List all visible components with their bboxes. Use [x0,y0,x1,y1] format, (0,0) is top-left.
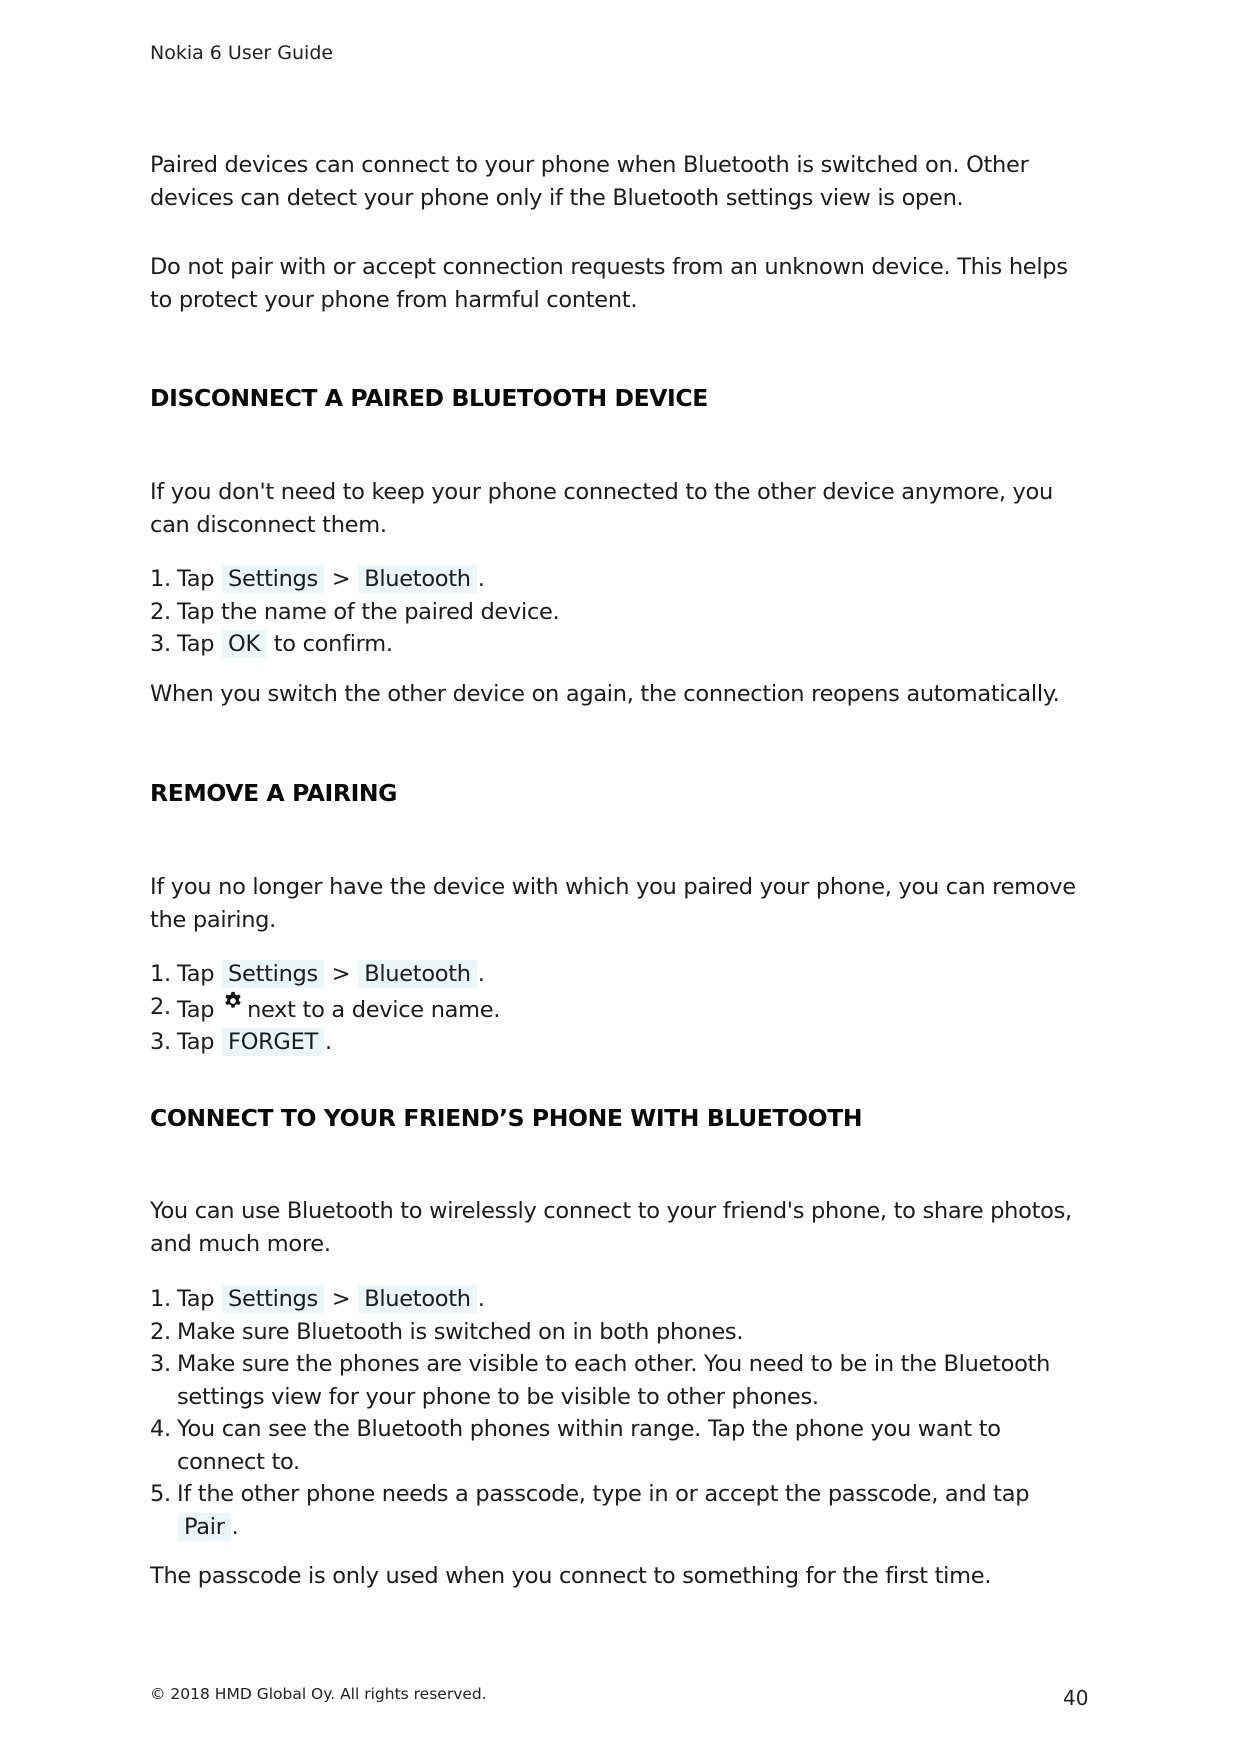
step-text: Tap the name of the paired device. [177,598,560,625]
step-text: . [324,1029,332,1055]
step-separator: > [324,961,358,987]
intro-text-2: Do not pair with or accept connection re… [150,254,1068,313]
bluetooth-ui-label: Bluetooth [358,565,477,593]
step-number: 1. [150,1286,171,1312]
forget-ui-label: FORGET [222,1028,324,1056]
section-intro-disconnect: If you don't need to keep your phone con… [150,476,1090,542]
bluetooth-ui-label: Bluetooth [358,960,477,988]
intro-paragraph-1: Paired devices can connect to your phone… [150,149,1090,215]
section-heading: REMOVE A PAIRING [150,779,398,807]
intro-text-1: Paired devices can connect to your phone… [150,152,1029,211]
step-text: Tap [177,1029,222,1055]
footer-copyright: © 2018 HMD Global Oy. All rights reserve… [150,1685,487,1703]
page-header-title: Nokia 6 User Guide [150,42,334,64]
steps-list-disconnect: 1. Tap Settings > Bluetooth. 2. Tap the na… [150,563,1090,661]
section-intro-text: If you don't need to keep your phone con… [150,479,1053,538]
pair-ui-label: Pair [178,1512,231,1541]
list-item: 1. Tap Settings > Bluetooth. [150,958,1090,991]
step-text: Tap [177,566,222,592]
step-text: Tap [177,996,215,1023]
section-heading: DISCONNECT A PAIRED BLUETOOTH DEVICE [150,384,708,412]
section-heading-disconnect: DISCONNECT A PAIRED BLUETOOTH DEVICE [150,384,1090,412]
list-item: 1. Tap Settings > Bluetooth. [150,563,1090,596]
step-text: Make sure the phones are visible to each… [177,1351,1051,1410]
settings-ui-label: Settings [222,960,324,988]
section-heading: CONNECT TO YOUR FRIEND’S PHONE WITH BLUE… [150,1104,863,1132]
step-text: . [477,1286,485,1312]
step-text: You can see the Bluetooth phones within … [177,1416,1001,1475]
step-number: 3. [150,1029,171,1055]
step-text: . [477,961,485,987]
page-number: 40 [1063,1686,1089,1710]
steps-list-remove-pairing: 1. Tap Settings > Bluetooth. 2. Tap next t… [150,958,1090,1059]
section-heading-connect-friend: CONNECT TO YOUR FRIEND’S PHONE WITH BLUE… [150,1104,1090,1132]
section-intro-connect-friend: You can use Bluetooth to wirelessly conn… [150,1195,1090,1261]
step-number: 1. [150,566,171,592]
step-number: 2. [150,1318,171,1345]
step-number: 1. [150,961,171,987]
step-number: 3. [150,1351,171,1377]
gear-icon [225,991,241,1008]
step-text: . [477,566,485,592]
step-number: 5. [150,1481,171,1507]
step-number: 3. [150,631,171,657]
section-intro-remove-pairing: If you no longer have the device with wh… [150,871,1090,937]
step-number: 2. [150,598,171,625]
step-text: . [231,1513,239,1540]
bluetooth-ui-label: Bluetooth [358,1285,477,1313]
list-item: 3. Make sure the phones are visible to ea… [150,1348,1090,1413]
ok-ui-label: OK [222,630,266,658]
step-text: Make sure Bluetooth is switched on in bo… [177,1318,744,1345]
section-intro-text: You can use Bluetooth to wirelessly conn… [150,1198,1072,1257]
section-outro-connect-friend: The passcode is only used when you conne… [150,1560,1090,1593]
step-text: next to a device name. [247,996,501,1023]
settings-ui-label: Settings [222,1285,324,1313]
section-outro-text: When you switch the other device on agai… [150,681,1060,707]
list-item: 4. You can see the Bluetooth phones withi… [150,1413,1090,1478]
section-outro-text: The passcode is only used when you conne… [150,1563,992,1589]
list-item: 2. Make sure Bluetooth is switched on in … [150,1316,1090,1349]
section-heading-remove-pairing: REMOVE A PAIRING [150,779,1090,807]
step-text: If the other phone needs a passcode, typ… [177,1481,1030,1507]
step-number: 4. [150,1416,171,1442]
list-item: 3. Tap FORGET. [150,1026,1090,1059]
list-item: 5. If the other phone needs a passcode, t… [150,1478,1090,1543]
step-text: Tap [177,961,222,987]
list-item: 2. Tap next to a device name. [150,991,1090,1027]
step-text: Tap [177,1286,222,1312]
steps-list-connect-friend: 1. Tap Settings > Bluetooth. 2. Make sure … [150,1283,1090,1543]
settings-ui-label: Settings [222,565,324,593]
step-separator: > [324,1286,358,1312]
list-item: 1. Tap Settings > Bluetooth. [150,1283,1090,1316]
section-outro-disconnect: When you switch the other device on agai… [150,678,1090,711]
step-separator: > [324,566,358,592]
intro-paragraph-2: Do not pair with or accept connection re… [150,251,1090,317]
list-item: 3. Tap OK to confirm. [150,628,1090,661]
step-text: Tap [177,631,222,657]
section-intro-text: If you no longer have the device with wh… [150,874,1076,933]
step-text: to confirm. [266,631,393,657]
step-number: 2. [150,993,171,1020]
list-item: 2. Tap the name of the paired device. [150,596,1090,629]
